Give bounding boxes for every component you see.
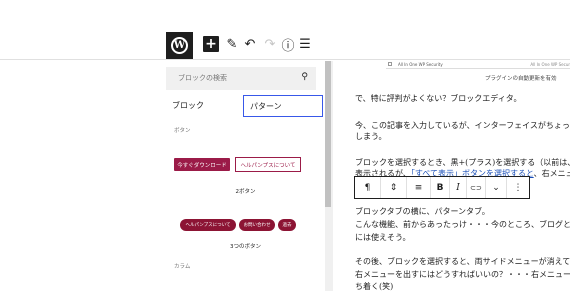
screenshot-plugin-name: All In One WP Security (398, 62, 443, 67)
undo-icon[interactable]: ↶ (241, 35, 259, 53)
block-toolbar: ¶ ⇕ ≡ B I ⊂⊃ ⌄ ⋮ (354, 176, 530, 199)
download-now-button[interactable]: 今すぐダウンロード (174, 158, 230, 171)
paragraph-block[interactable]: しまう。 (355, 130, 387, 143)
screenshot-right-text: All In One WP Secur (530, 62, 570, 67)
paragraph-block[interactable]: ち着く(笑) (355, 280, 393, 291)
about-pumps-pill-button[interactable]: ヘルパンプスについて (180, 219, 236, 231)
block-inserter-panel: ブロックの検索 ⚲ ブロック パターン ボタン 今すぐダウンロード ヘルパンプス… (166, 61, 325, 291)
paragraph-type-icon[interactable]: ¶ (355, 177, 381, 198)
add-block-button[interactable]: + (203, 36, 219, 52)
sidebar-scrollbar[interactable] (325, 61, 333, 291)
details-info-icon[interactable]: ⓘ (279, 35, 297, 54)
tab-patterns[interactable]: パターン (243, 95, 323, 117)
list-view-icon[interactable]: ☰ (296, 35, 314, 53)
embedded-screenshot-image: All In One WP Security All In One WP Sec… (386, 61, 570, 69)
bold-icon[interactable]: B (431, 177, 450, 198)
search-placeholder: ブロックの検索 (178, 74, 227, 82)
more-format-chevron-down-icon[interactable]: ⌄ (486, 177, 507, 198)
checkbox-icon (388, 62, 392, 66)
three-buttons-caption: 3つのボタン (230, 244, 261, 250)
contact-pill-button[interactable]: お問い合わせ (239, 219, 275, 231)
two-buttons-caption: 2ボタン (235, 189, 256, 195)
block-options-icon[interactable]: ⋮ (507, 177, 529, 198)
paragraph-block[interactable]: には使えそう。 (355, 231, 411, 244)
about-pumps-outline-button[interactable]: ヘルパンプスについて (235, 157, 301, 172)
link-icon[interactable]: ⊂⊃ (467, 177, 486, 198)
paragraph-block[interactable]: ブロックタブの横に、パターンタブ。 (355, 205, 490, 218)
past-pill-button[interactable]: 過去 (278, 219, 296, 231)
pattern-category-buttons: ボタン (174, 128, 191, 134)
scrollbar-thumb[interactable] (325, 61, 331, 207)
paragraph-block[interactable]: 今、この記事を入力しているが、インターフェイスがちょっと (355, 119, 570, 132)
search-icon: ⚲ (301, 72, 308, 82)
paragraph-text: 、右メニュー (533, 169, 570, 178)
tab-blocks[interactable]: ブロック (172, 95, 242, 117)
wordpress-logo-icon[interactable]: W (166, 32, 193, 59)
paragraph-block[interactable]: で、特に評判がよくない？ブロックエディタ。 (355, 92, 521, 105)
move-up-down-icon[interactable]: ⇕ (381, 177, 407, 198)
paragraph-block[interactable]: こんな機能、前からあったっけ・・・今のところ、ブログとしても (355, 218, 570, 231)
image-caption: プラグインの自動更新を有効 (485, 76, 557, 82)
paragraph-block[interactable]: その後、ブロックを選択すると、両サイドメニューが消えてし (355, 255, 570, 268)
tools-pencil-icon[interactable]: ✎ (223, 35, 241, 53)
italic-icon[interactable]: I (450, 177, 467, 198)
wordpress-logo-mark: W (171, 37, 188, 54)
block-search-input[interactable]: ブロックの検索 ⚲ (166, 67, 316, 90)
redo-icon[interactable]: ↷ (261, 35, 279, 53)
top-toolbar: W + ✎ ↶ ↷ ⓘ ☰ (0, 0, 570, 60)
pattern-category-columns: カラム (174, 264, 191, 270)
align-text-icon[interactable]: ≡ (407, 177, 431, 198)
